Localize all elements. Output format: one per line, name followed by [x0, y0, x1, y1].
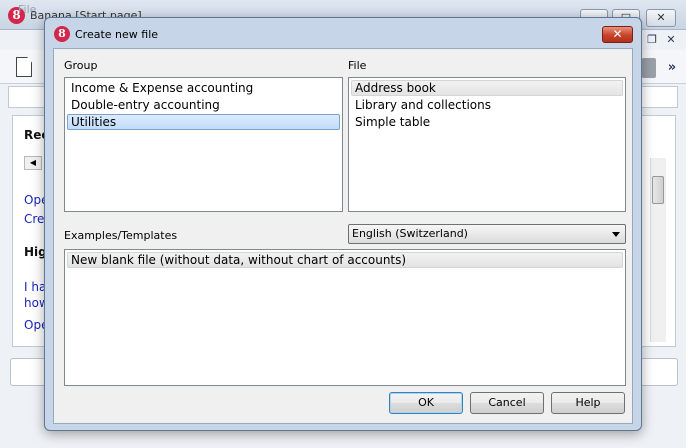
- new-document-icon[interactable]: [16, 57, 32, 77]
- app-close-button[interactable]: ✕: [646, 9, 676, 27]
- toolbar-tool-icon[interactable]: [642, 58, 656, 78]
- panel-link-create[interactable]: Cre: [24, 212, 44, 226]
- dialog-title: Create new file: [75, 28, 159, 41]
- scroll-left-icon[interactable]: ◀: [24, 156, 42, 170]
- group-listbox[interactable]: Income & Expense accounting Double-entry…: [64, 77, 343, 212]
- templates-label: Examples/Templates: [64, 229, 178, 242]
- restore-icon[interactable]: ❐: [644, 32, 660, 48]
- close-icon[interactable]: ✕: [602, 26, 633, 43]
- file-listbox[interactable]: Address book Library and collections Sim…: [348, 77, 626, 212]
- templates-listbox[interactable]: New blank file (without data, without ch…: [64, 249, 626, 386]
- group-item-double-entry[interactable]: Double-entry accounting: [67, 97, 340, 113]
- template-item-new-blank[interactable]: New blank file (without data, without ch…: [67, 252, 623, 268]
- help-button[interactable]: Help: [551, 392, 625, 414]
- group-item-utilities[interactable]: Utilities: [67, 114, 340, 130]
- create-new-file-dialog: 8 Create new file ✕ Group Income & Expen…: [44, 17, 642, 431]
- group-item-income-expense[interactable]: Income & Expense accounting: [67, 80, 340, 96]
- language-dropdown[interactable]: English (Switzerland): [348, 224, 626, 244]
- file-item-simple-table[interactable]: Simple table: [351, 114, 623, 130]
- toolbar-chevron-icon[interactable]: »: [664, 60, 680, 76]
- cancel-button[interactable]: Cancel: [470, 392, 544, 414]
- menu-file[interactable]: File: [18, 3, 36, 16]
- doc-close-icon[interactable]: ✕: [663, 32, 679, 48]
- dialog-body: Group Income & Expense accounting Double…: [53, 48, 633, 424]
- file-item-address-book[interactable]: Address book: [351, 80, 623, 96]
- chevron-down-icon: [612, 232, 620, 237]
- banana-logo-icon: 8: [54, 26, 70, 42]
- language-dropdown-value: English (Switzerland): [352, 227, 468, 240]
- file-item-library[interactable]: Library and collections: [351, 97, 623, 113]
- group-label: Group: [64, 59, 98, 72]
- ok-button[interactable]: OK: [389, 392, 463, 414]
- file-label: File: [348, 59, 367, 72]
- panel-link-i-have[interactable]: I ha: [24, 280, 46, 294]
- panel-scroll-thumb[interactable]: [652, 176, 664, 204]
